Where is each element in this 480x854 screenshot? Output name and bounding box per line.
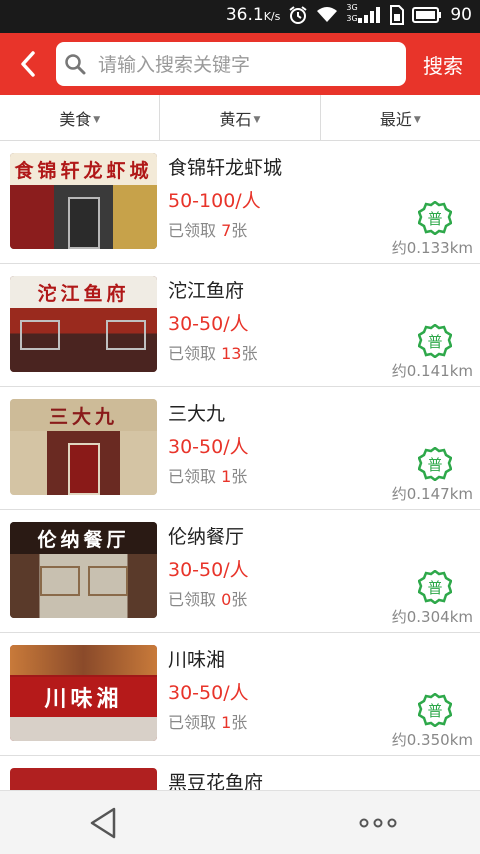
battery-icon [412, 7, 442, 23]
list-item[interactable]: 食锦轩龙虾城 食锦轩龙虾城 50-100/人 已领取 7张 普 约0.133km [0, 141, 480, 264]
wifi-icon [317, 7, 338, 22]
svg-text:普: 普 [427, 210, 442, 228]
normal-badge-icon: 普 [418, 570, 452, 604]
sim-icon [390, 5, 405, 25]
signal-3g-icon: 3G 3G [346, 3, 382, 25]
restaurant-price: 30-50/人 [168, 436, 249, 458]
restaurant-distance: 约0.141km [391, 362, 473, 380]
restaurant-list: 食锦轩龙虾城 食锦轩龙虾城 50-100/人 已领取 7张 普 约0.133km… [0, 141, 480, 790]
restaurant-photo: 沱江鱼府 [10, 276, 157, 372]
search-icon [65, 54, 86, 75]
restaurant-photo: 食锦轩龙虾城 [10, 153, 157, 249]
battery-level: 90 [450, 5, 472, 25]
filter-sort[interactable]: 最近 ▼ [321, 95, 480, 140]
coupon-count: 已领取 13张 [168, 344, 258, 363]
coupon-count: 已领取 1张 [168, 467, 248, 486]
filter-category-label: 美食 [59, 109, 92, 129]
filter-area[interactable]: 黄石 ▼ [160, 95, 321, 140]
system-nav-bar [0, 790, 480, 854]
caret-down-icon: ▼ [413, 114, 421, 125]
restaurant-price: 50-100/人 [168, 190, 261, 212]
restaurant-price: 30-50/人 [168, 682, 249, 704]
alarm-icon [289, 6, 307, 24]
filter-sort-label: 最近 [379, 109, 412, 129]
restaurant-distance: 约0.147km [391, 485, 473, 503]
network-speed: 36.1K/s [225, 5, 281, 25]
restaurant-name: 沱江鱼府 [168, 280, 245, 302]
caret-down-icon: ▼ [93, 114, 101, 125]
filter-bar: 美食 ▼ 黄石 ▼ 最近 ▼ [0, 95, 480, 141]
restaurant-photo: 伦纳餐厅 [10, 522, 157, 618]
filter-category[interactable]: 美食 ▼ [0, 95, 161, 140]
list-item[interactable]: 黑豆花鱼府 [0, 756, 480, 790]
svg-text:普: 普 [427, 333, 442, 351]
normal-badge-icon: 普 [418, 693, 452, 727]
restaurant-photo [10, 768, 157, 790]
restaurant-price: 30-50/人 [168, 559, 249, 581]
normal-badge-icon: 普 [418, 324, 452, 358]
coupon-count: 已领取 1张 [168, 713, 248, 732]
restaurant-price: 30-50/人 [168, 313, 249, 335]
restaurant-distance: 约0.350km [391, 731, 473, 749]
svg-text:普: 普 [427, 456, 442, 474]
restaurant-name: 伦纳餐厅 [168, 526, 245, 548]
caret-down-icon: ▼ [253, 114, 261, 125]
search-button[interactable]: 搜索 [412, 42, 474, 86]
search-box[interactable] [56, 42, 406, 86]
list-item[interactable]: 伦纳餐厅 伦纳餐厅 30-50/人 已领取 0张 普 约0.304km [0, 510, 480, 633]
search-input[interactable] [96, 48, 400, 82]
normal-badge-icon: 普 [418, 447, 452, 481]
search-header: 搜索 [0, 33, 480, 95]
restaurant-name: 三大九 [168, 403, 226, 425]
status-bar: 36.1K/s 3G 3G 90 [0, 0, 480, 33]
restaurant-distance: 约0.133km [391, 239, 473, 257]
restaurant-photo: 川味湘 [10, 645, 157, 741]
triangle-back-icon[interactable] [86, 805, 122, 841]
restaurant-photo: 三大九 [10, 399, 157, 495]
restaurant-name: 黑豆花鱼府 [168, 772, 264, 790]
list-item[interactable]: 沱江鱼府 沱江鱼府 30-50/人 已领取 13张 普 约0.141km [0, 264, 480, 387]
normal-badge-icon: 普 [418, 201, 452, 235]
filter-area-label: 黄石 [219, 109, 252, 129]
svg-text:普: 普 [427, 579, 442, 597]
svg-text:普: 普 [427, 702, 442, 720]
list-item[interactable]: 川味湘 川味湘 30-50/人 已领取 1张 普 约0.350km [0, 633, 480, 756]
coupon-count: 已领取 0张 [168, 590, 248, 609]
chevron-left-icon [21, 51, 35, 77]
more-dots-icon[interactable] [356, 813, 400, 833]
coupon-count: 已领取 7张 [168, 221, 248, 240]
restaurant-name: 食锦轩龙虾城 [168, 157, 283, 179]
list-item[interactable]: 三大九 三大九 30-50/人 已领取 1张 普 约0.147km [0, 387, 480, 510]
restaurant-name: 川味湘 [168, 649, 226, 671]
restaurant-distance: 约0.304km [391, 608, 473, 626]
back-button[interactable] [8, 43, 48, 85]
